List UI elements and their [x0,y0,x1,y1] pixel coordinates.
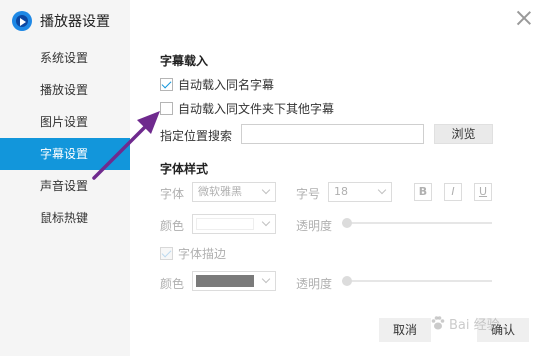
outline-color-label: 颜色 [160,277,185,291]
location-search-input[interactable] [241,124,424,144]
sidebar-item-audio[interactable]: 声音设置 [0,170,130,202]
app-logo-icon [12,11,32,31]
underline-button[interactable]: U [474,183,492,201]
chevron-down-icon [261,274,271,284]
chevron-down-icon [377,185,387,195]
bold-button[interactable]: B [414,183,432,201]
outline-color-select[interactable] [192,271,276,291]
sidebar-item-system[interactable]: 系统设置 [0,42,130,74]
outline-opacity-label: 透明度 [296,277,333,291]
font-outline-label: 字体描边 [178,246,227,261]
font-color-select[interactable] [192,214,276,234]
sidebar-item-image[interactable]: 图片设置 [0,106,130,138]
browse-button[interactable]: 浏览 [434,124,493,144]
settings-nav: 系统设置 播放设置 图片设置 字幕设置 声音设置 鼠标热键 [0,42,130,234]
window-title: 播放器设置 [40,14,110,30]
slider-track [342,222,492,224]
outline-color-swatch [196,275,254,287]
font-label: 字体 [160,187,185,201]
subtitle-settings-panel: 字幕载入 自动载入同名字幕 自动载入同文件夹下其他字幕 指定位置搜索 浏览 字体… [130,0,546,356]
auto-load-same-name-checkbox[interactable] [160,77,173,91]
outline-opacity-slider[interactable] [342,274,492,288]
font-opacity-slider[interactable] [342,216,492,230]
app-header: 播放器设置 [12,10,110,32]
font-color-swatch [196,218,254,230]
font-select[interactable]: 微软雅黑 [192,182,276,202]
sidebar-item-subtitle[interactable]: 字幕设置 [0,138,130,170]
location-search-label: 指定位置搜索 [160,129,233,143]
font-size-select[interactable]: 18 [328,182,392,202]
auto-load-same-name-label: 自动载入同名字幕 [178,77,275,92]
font-style-title: 字体样式 [160,162,209,176]
slider-track [342,280,492,282]
sidebar-item-playback[interactable]: 播放设置 [0,74,130,106]
italic-button[interactable]: I [444,183,462,201]
auto-load-same-folder-label: 自动载入同文件夹下其他字幕 [178,101,335,116]
cancel-button[interactable]: 取消 [379,318,431,342]
auto-load-same-name-option[interactable]: 自动载入同名字幕 [160,76,274,92]
font-color-label: 颜色 [160,219,185,233]
font-size-value: 18 [334,185,348,198]
auto-load-same-folder-option[interactable]: 自动载入同文件夹下其他字幕 [160,100,334,116]
slider-thumb[interactable] [342,276,352,286]
font-size-label: 字号 [296,187,321,201]
slider-thumb[interactable] [342,218,352,228]
font-select-value: 微软雅黑 [198,185,242,198]
font-outline-checkbox[interactable] [160,246,173,260]
ok-button[interactable]: 确认 [477,318,529,342]
subtitle-load-title: 字幕载入 [160,54,209,68]
font-outline-option[interactable]: 字体描边 [160,245,226,261]
chevron-down-icon [261,185,271,195]
font-opacity-label: 透明度 [296,219,333,233]
chevron-down-icon [261,217,271,227]
sidebar: 播放器设置 系统设置 播放设置 图片设置 字幕设置 声音设置 鼠标热键 [0,0,130,356]
auto-load-same-folder-checkbox[interactable] [160,101,173,115]
sidebar-item-hotkeys[interactable]: 鼠标热键 [0,202,130,234]
